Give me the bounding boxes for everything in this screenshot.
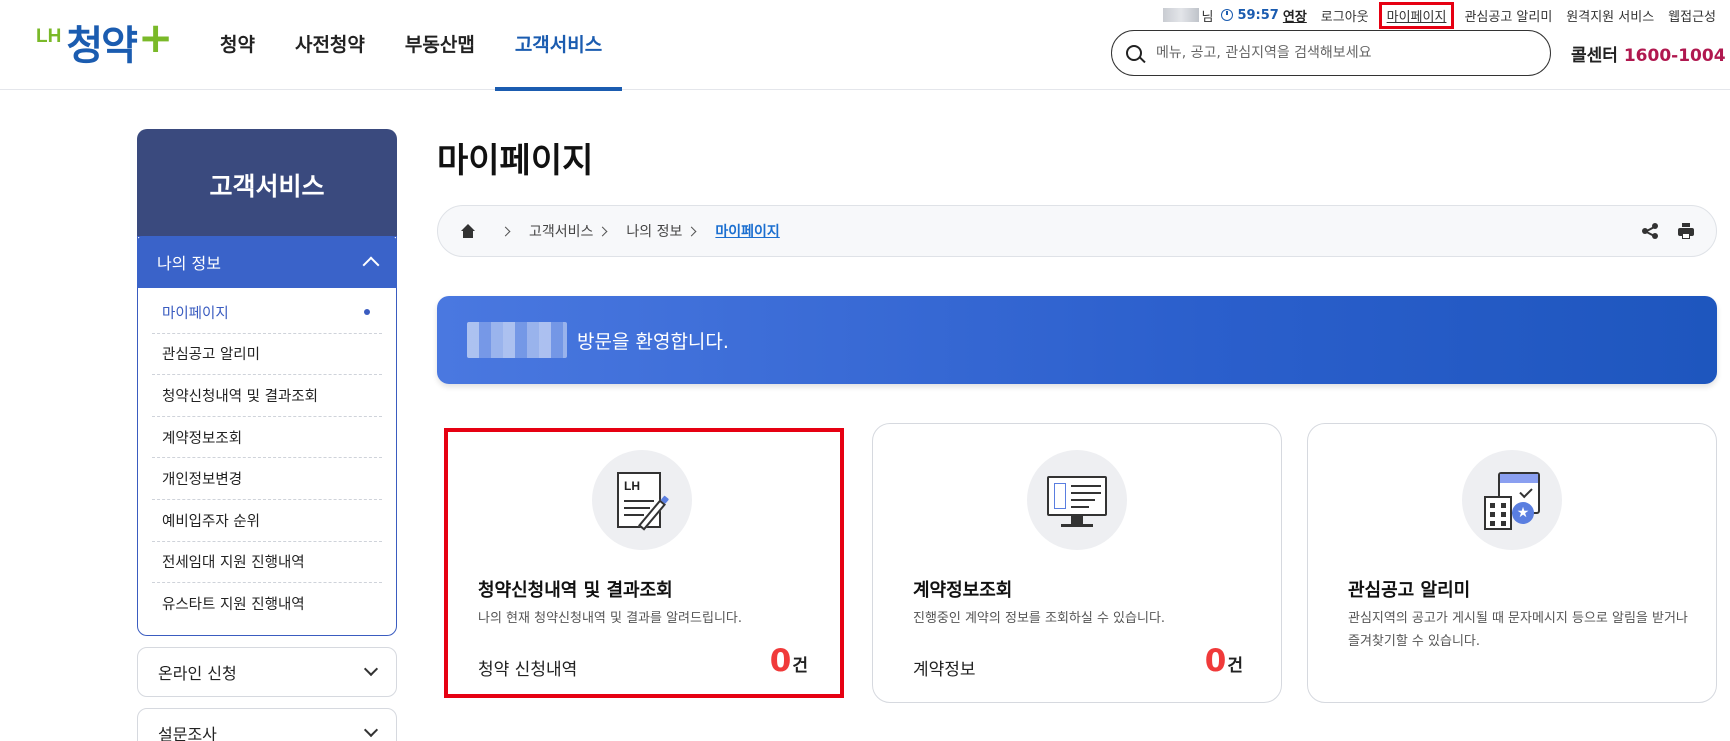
card-title: 청약신청내역 및 결과조회 — [478, 580, 673, 601]
mypage-link[interactable]: 마이페이지 — [1378, 1, 1455, 29]
utility-bar: 님 59:57 연장 로그아웃 마이페이지 관심공고 알리미 원격지원 서비스 … — [1162, 1, 1730, 29]
sidebar-item-label: 개인정보변경 — [162, 472, 243, 489]
logo-lh-text: LH — [36, 26, 62, 47]
site-header: LH 청약 + 청약 사전청약 부동산맵 고객서비스 님 59:57 연장 로그… — [0, 0, 1730, 91]
calendar-building-icon: ★ — [1462, 450, 1562, 550]
breadcrumb-item-my-info[interactable]: 나의 정보 — [626, 221, 682, 241]
sidebar-item-youstart-support[interactable]: 유스타트 지원 진행내역 — [152, 583, 382, 625]
sidebar-item-contract-info[interactable]: 계약정보조회 — [152, 417, 382, 459]
breadcrumb: 고객서비스 나의 정보 마이페이지 — [437, 205, 1717, 257]
card-interest-alert[interactable]: ★ 관심공고 알리미 관심지역의 공고가 게시될 때 문자메시지 등으로 알림을… — [1307, 423, 1717, 703]
sidebar-fold-survey[interactable]: 설문조사 — [137, 707, 397, 741]
sidebar-item-label: 전세임대 지원 진행내역 — [162, 555, 305, 572]
sidebar-item-jeonse-support[interactable]: 전세임대 지원 진행내역 — [152, 542, 382, 584]
nav-item-customer-service[interactable]: 고객서비스 — [494, 0, 623, 91]
sidebar-item-label: 청약신청내역 및 결과조회 — [162, 388, 318, 405]
chevron-up-icon — [362, 256, 380, 274]
card-footer-label: 청약 신청내역 — [478, 660, 578, 680]
sidebar-fold-label: 설문조사 — [158, 724, 217, 741]
user-name-redacted — [1162, 8, 1199, 22]
sidebar-item-alert[interactable]: 관심공고 알리미 — [152, 334, 382, 376]
welcome-text: 방문을 환영합니다. — [577, 330, 729, 353]
card-count-unit: 건 — [792, 656, 808, 676]
sidebar-category-my-info[interactable]: 나의 정보 — [137, 236, 397, 288]
sidebar-menu-my-info: 나의 정보 마이페이지 관심공고 알리미 청약신청내역 및 결과조회 계약정보조… — [137, 236, 397, 636]
service-cards: LH 청약신청내역 및 결과조회 나의 현재 청약신청내역 및 결과를 알려드립… — [437, 423, 1717, 703]
sidebar-item-personal-info[interactable]: 개인정보변경 — [152, 458, 382, 500]
chevron-down-icon — [363, 661, 379, 676]
search-icon[interactable] — [1126, 45, 1142, 61]
remote-support-link[interactable]: 원격지원 서비스 — [1566, 6, 1654, 25]
session-extend-link[interactable]: 연장 — [1283, 6, 1307, 25]
sidebar-category-label: 나의 정보 — [157, 254, 221, 273]
sidebar-item-mypage[interactable]: 마이페이지 — [152, 292, 382, 334]
sidebar-item-label: 관심공고 알리미 — [162, 347, 260, 364]
card-count-number: 0 — [1204, 643, 1227, 679]
nav-item-subscription[interactable]: 청약 — [200, 0, 275, 90]
sidebar-item-label: 유스타트 지원 진행내역 — [162, 597, 305, 614]
sidebar: 고객서비스 나의 정보 마이페이지 관심공고 알리미 청약신청내역 및 결과조회… — [137, 129, 397, 741]
sidebar-title: 고객서비스 — [137, 129, 397, 237]
sidebar-item-application-history[interactable]: 청약신청내역 및 결과조회 — [152, 375, 382, 417]
breadcrumb-item-mypage[interactable]: 마이페이지 — [715, 221, 779, 241]
user-name-redacted — [467, 322, 567, 358]
search-input[interactable] — [1156, 45, 1526, 61]
card-description: 진행중인 계약의 정보를 조회하실 수 있습니다. — [913, 611, 1166, 626]
active-dot-icon — [364, 309, 370, 316]
chevron-right-icon — [686, 226, 697, 236]
breadcrumb-item-customer-service[interactable]: 고객서비스 — [529, 221, 593, 241]
call-center: 콜센터 1600-1004 | — [1571, 41, 1730, 66]
main-nav: 청약 사전청약 부동산맵 고객서비스 — [200, 0, 623, 91]
card-description: 관심지역의 공고가 게시될 때 문자메시지 등으로 알림을 받거나 즐겨찾기할 … — [1348, 611, 1688, 649]
chevron-right-icon — [500, 226, 511, 236]
card-count-number: 0 — [769, 643, 792, 679]
nav-item-pre-subscription[interactable]: 사전청약 — [275, 0, 385, 90]
sidebar-fold-label: 온라인 신청 — [158, 663, 237, 683]
card-count: 0 건 — [1205, 643, 1243, 679]
sidebar-item-label: 예비입주자 순위 — [162, 513, 260, 530]
name-suffix: 님 — [1201, 9, 1214, 25]
sidebar-item-waitlist-rank[interactable]: 예비입주자 순위 — [152, 500, 382, 542]
lh-logo[interactable]: LH 청약 + — [36, 13, 174, 70]
application-document-icon: LH — [592, 450, 692, 550]
clock-icon — [1221, 9, 1234, 21]
search-box[interactable] — [1111, 30, 1551, 76]
sidebar-list: 마이페이지 관심공고 알리미 청약신청내역 및 결과조회 계약정보조회 개인정보… — [138, 288, 396, 635]
card-count-unit: 건 — [1227, 656, 1243, 676]
call-center-number[interactable]: 1600-1004 — [1624, 46, 1726, 66]
card-description: 나의 현재 청약신청내역 및 결과를 알려드립니다. — [478, 611, 742, 626]
chevron-down-icon — [363, 722, 379, 737]
accessibility-link[interactable]: 웹접근성 — [1668, 6, 1716, 25]
page-title: 마이페이지 — [437, 141, 594, 181]
logout-link[interactable]: 로그아웃 — [1321, 6, 1369, 25]
contract-monitor-icon — [1027, 450, 1127, 550]
sidebar-fold-online-application[interactable]: 온라인 신청 — [137, 646, 397, 697]
card-count: 0 건 — [770, 643, 808, 679]
print-icon[interactable] — [1678, 223, 1694, 239]
card-application-history[interactable]: LH 청약신청내역 및 결과조회 나의 현재 청약신청내역 및 결과를 알려드립… — [437, 423, 847, 703]
call-center-label: 콜센터 — [1571, 46, 1618, 66]
logo-plus-text: + — [137, 13, 174, 62]
card-title: 계약정보조회 — [913, 580, 1013, 601]
logo-main-text: 청약 — [66, 23, 138, 69]
card-title: 관심공고 알리미 — [1348, 580, 1471, 601]
session-timer-value: 59:57 — [1237, 7, 1279, 23]
nav-item-real-estate-map[interactable]: 부동산맵 — [385, 0, 495, 90]
card-contract-info[interactable]: 계약정보조회 진행중인 계약의 정보를 조회하실 수 있습니다. 계약정보 0 … — [872, 423, 1282, 703]
chevron-right-icon — [597, 226, 608, 236]
card-footer-label: 계약정보 — [913, 660, 976, 680]
breadcrumb-tools — [1642, 223, 1694, 239]
alert-link[interactable]: 관심공고 알리미 — [1464, 6, 1552, 25]
welcome-banner: 방문을 환영합니다. — [437, 296, 1717, 384]
session-timer: 59:57 — [1221, 7, 1279, 23]
share-icon[interactable] — [1642, 223, 1658, 239]
sidebar-item-label: 계약정보조회 — [162, 430, 243, 447]
home-icon[interactable] — [460, 224, 476, 238]
sidebar-item-label: 마이페이지 — [162, 305, 229, 322]
